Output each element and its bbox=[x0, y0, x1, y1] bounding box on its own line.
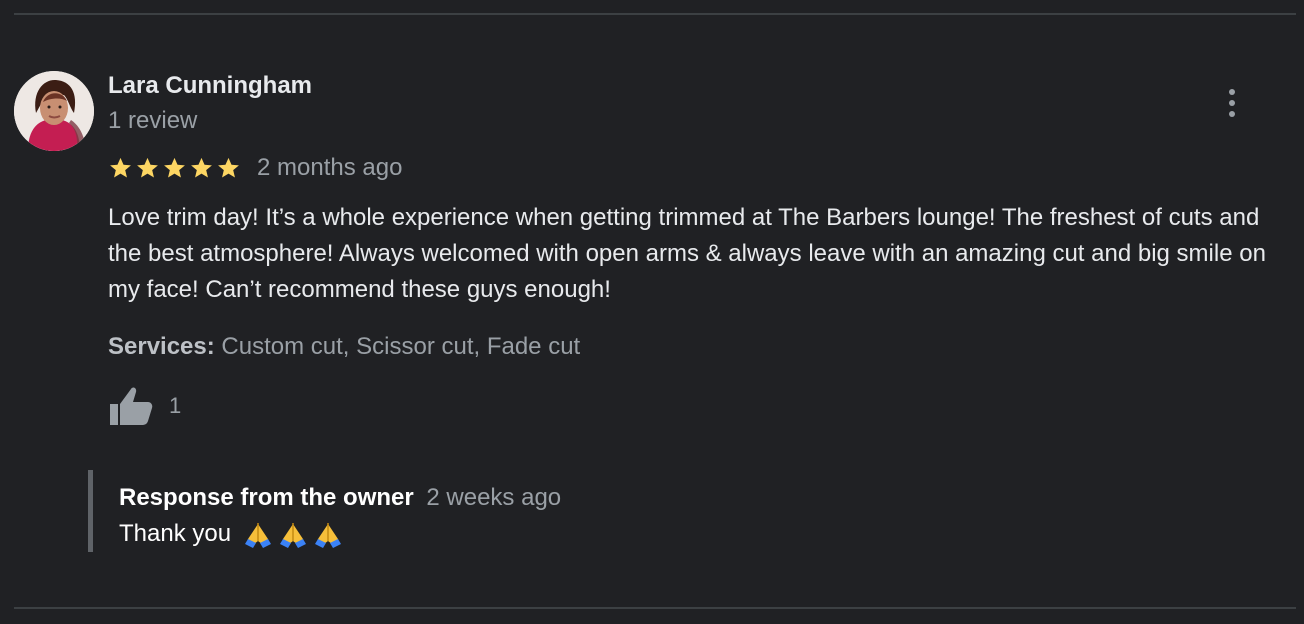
thumbs-up-glyph bbox=[110, 387, 153, 425]
folded-hands-icon bbox=[315, 523, 342, 548]
star-rating bbox=[108, 156, 241, 181]
reviewer-name[interactable]: Lara Cunningham bbox=[108, 70, 312, 102]
owner-response-label: Response from the owner bbox=[119, 484, 414, 511]
owner-response-age: 2 weeks ago bbox=[426, 484, 562, 511]
menu-dot bbox=[1229, 89, 1235, 95]
owner-response-text: Thank you bbox=[119, 518, 343, 550]
like-count: 1 bbox=[169, 393, 182, 418]
top-divider bbox=[14, 13, 1296, 15]
avatar[interactable] bbox=[14, 71, 94, 151]
review-card: Lara Cunningham 1 review 2 months ago Lo… bbox=[0, 0, 1304, 624]
star-icon bbox=[218, 157, 239, 177]
profile-photo bbox=[14, 71, 94, 151]
owner-response: Response from the owner 2 weeks ago Than… bbox=[88, 470, 1243, 552]
bottom-divider bbox=[14, 607, 1296, 609]
owner-response-message: Thank you bbox=[119, 520, 232, 547]
folded-hands-icon bbox=[245, 523, 272, 548]
star-icon bbox=[191, 157, 212, 177]
reviewer-review-count[interactable]: 1 review bbox=[108, 105, 197, 137]
menu-dot bbox=[1229, 100, 1235, 106]
like-row: 1 bbox=[108, 384, 181, 428]
star-icon bbox=[137, 157, 158, 177]
star-icon bbox=[164, 157, 185, 177]
services-label: Services: bbox=[108, 333, 215, 360]
services-value: Custom cut, Scissor cut, Fade cut bbox=[221, 333, 581, 360]
rating-row: 2 months ago bbox=[108, 152, 402, 184]
thumbs-up-icon[interactable] bbox=[108, 384, 156, 428]
folded-hands-emojis bbox=[243, 519, 343, 549]
star-icon bbox=[110, 157, 131, 177]
more-vert-icon[interactable] bbox=[1216, 86, 1248, 120]
menu-dot bbox=[1229, 111, 1235, 117]
services: Services: Custom cut, Scissor cut, Fade … bbox=[108, 331, 580, 363]
review-text: Love trim day! It’s a whole experience w… bbox=[108, 204, 1266, 303]
owner-response-header: Response from the owner 2 weeks ago bbox=[119, 482, 561, 514]
review-age: 2 months ago bbox=[257, 154, 403, 181]
folded-hands-icon bbox=[280, 523, 307, 548]
